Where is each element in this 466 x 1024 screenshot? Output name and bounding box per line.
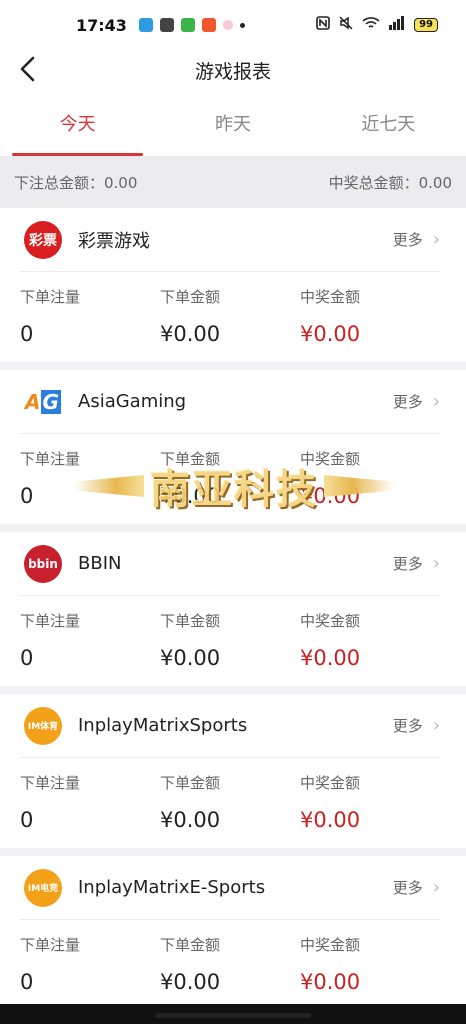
game-name: AsiaGaming: [78, 391, 187, 412]
chevron-right-icon: ›: [432, 715, 440, 736]
home-indicator[interactable]: [155, 1013, 311, 1018]
game-stats: 下单注量 0 下单金额 ¥0.00 中奖金额 ¥0.00: [20, 272, 440, 362]
stat-value-win: ¥0.00: [300, 808, 361, 832]
game-stats: 下单注量 0 下单金额 ¥0.00 中奖金额 ¥0.00: [20, 434, 440, 524]
tab-today[interactable]: 今天: [0, 90, 155, 156]
more-label: 更多: [392, 717, 423, 735]
nfc-icon: [316, 16, 330, 34]
game-card-header: IM体育 InplayMatrixSports 更多 ›: [20, 694, 440, 758]
chevron-right-icon: ›: [432, 229, 440, 250]
app-notification-icon: [180, 18, 195, 32]
more-label: 更多: [392, 879, 423, 897]
summary-bar: 下注总金额：0.00 中奖总金额：0.00: [0, 156, 466, 208]
game-stats: 下单注量 0 下单金额 ¥0.00 中奖金额 ¥0.00: [20, 758, 440, 848]
stat-label-count: 下单注量: [20, 288, 81, 306]
status-notification-icons: [138, 18, 245, 32]
stat-value-amount: ¥0.00: [160, 484, 221, 508]
more-button[interactable]: 更多 ›: [393, 391, 440, 412]
stat-value-count: 0: [20, 646, 34, 670]
stat-value-win: ¥0.00: [300, 646, 361, 670]
game-card-header: IM电竞 InplayMatrixE-Sports 更多 ›: [20, 856, 440, 920]
page-title: 游戏报表: [194, 60, 271, 83]
stat-value-count: 0: [20, 970, 34, 994]
date-tabs: 今天 昨天 近七天: [0, 90, 466, 156]
more-label: 更多: [392, 555, 423, 573]
back-button[interactable]: [14, 54, 44, 84]
game-name: 彩票游戏: [78, 230, 150, 252]
stat-label-win: 中奖金额: [300, 288, 361, 306]
mute-icon: [338, 15, 354, 35]
wifi-icon: [362, 16, 380, 34]
more-notifications-icon: [239, 22, 245, 28]
more-label: 更多: [392, 231, 423, 249]
stat-label-amount: 下单金额: [160, 450, 221, 468]
app-notification-icon: [201, 18, 216, 32]
win-total: 中奖总金额：0.00: [328, 173, 452, 192]
chevron-right-icon: ›: [432, 877, 440, 898]
stat-label-count: 下单注量: [20, 774, 81, 792]
app-notification-icon: [222, 20, 233, 30]
game-name: InplayMatrixE-Sports: [78, 877, 266, 898]
game-stats: 下单注量 0 下单金额 ¥0.00 中奖金额 ¥0.00: [20, 596, 440, 686]
stat-value-amount: ¥0.00: [160, 646, 221, 670]
stat-value-count: 0: [20, 808, 34, 832]
stat-label-win: 中奖金额: [300, 936, 361, 954]
stat-label-count: 下单注量: [20, 612, 81, 630]
stat-value-amount: ¥0.00: [160, 322, 221, 346]
status-time: 17:43: [76, 15, 127, 35]
stat-label-amount: 下单金额: [160, 936, 221, 954]
battery-icon: 99: [414, 18, 438, 32]
im-esports-logo-icon: IM电竞: [24, 868, 62, 907]
asiagaming-logo-icon: AG: [25, 389, 61, 414]
more-button[interactable]: 更多 ›: [393, 553, 440, 574]
chevron-left-icon: [20, 56, 35, 82]
game-card-im-esports: IM电竞 InplayMatrixE-Sports 更多 › 下单注量 0 下单金…: [0, 856, 466, 1010]
app-notification-icon: [159, 18, 174, 32]
stat-value-count: 0: [20, 484, 34, 508]
bbin-logo-icon: bbin: [24, 544, 62, 583]
stat-value-win: ¥0.00: [300, 484, 361, 508]
game-card-header: 彩票 彩票游戏 更多 ›: [20, 208, 440, 272]
game-card-bbin: bbin BBIN 更多 › 下单注量 0 下单金额 ¥0.00 中奖金额 ¥0.00: [0, 532, 466, 686]
stat-label-amount: 下单金额: [160, 612, 221, 630]
status-bar: 17:43 99: [0, 0, 466, 50]
game-card-header: AG AsiaGaming 更多 ›: [20, 370, 440, 434]
game-card-header: bbin BBIN 更多 ›: [20, 532, 440, 596]
stat-value-amount: ¥0.00: [160, 808, 221, 832]
nav-bar: 游戏报表: [0, 50, 466, 90]
stat-label-amount: 下单金额: [160, 774, 221, 792]
stat-value-win: ¥0.00: [300, 970, 361, 994]
stat-value-win: ¥0.00: [300, 322, 361, 346]
game-name: BBIN: [78, 553, 122, 574]
chevron-right-icon: ›: [432, 391, 440, 412]
stat-label-count: 下单注量: [20, 936, 81, 954]
stat-label-amount: 下单金额: [160, 288, 221, 306]
tab-last-seven-days[interactable]: 近七天: [311, 90, 466, 156]
game-name: InplayMatrixSports: [78, 715, 248, 736]
bet-total: 下注总金额：0.00: [14, 173, 138, 192]
stat-value-amount: ¥0.00: [160, 970, 221, 994]
tab-yesterday[interactable]: 昨天: [155, 90, 310, 156]
more-label: 更多: [392, 393, 423, 411]
app-notification-icon: [138, 18, 153, 32]
game-card-lottery: 彩票 彩票游戏 更多 › 下单注量 0 下单金额 ¥0.00 中奖金额 ¥0.00: [0, 208, 466, 362]
game-card-asiagaming: AG AsiaGaming 更多 › 下单注量 0 下单金额 ¥0.00 中奖金额 ¥…: [0, 370, 466, 524]
chevron-right-icon: ›: [432, 553, 440, 574]
lottery-logo-icon: 彩票: [24, 220, 62, 259]
game-card-im-sports: IM体育 InplayMatrixSports 更多 › 下单注量 0 下单金额 ¥…: [0, 694, 466, 848]
more-button[interactable]: 更多 ›: [393, 877, 440, 898]
stat-label-count: 下单注量: [20, 450, 81, 468]
game-stats: 下单注量 0 下单金额 ¥0.00 中奖金额 ¥0.00: [20, 920, 440, 1010]
im-sports-logo-icon: IM体育: [24, 706, 62, 745]
more-button[interactable]: 更多 ›: [393, 229, 440, 250]
stat-label-win: 中奖金额: [300, 774, 361, 792]
stat-label-win: 中奖金额: [300, 450, 361, 468]
status-system-icons: 99: [316, 15, 438, 35]
more-button[interactable]: 更多 ›: [393, 715, 440, 736]
signal-icon: [388, 16, 406, 34]
stat-value-count: 0: [20, 322, 34, 346]
stat-label-win: 中奖金额: [300, 612, 361, 630]
